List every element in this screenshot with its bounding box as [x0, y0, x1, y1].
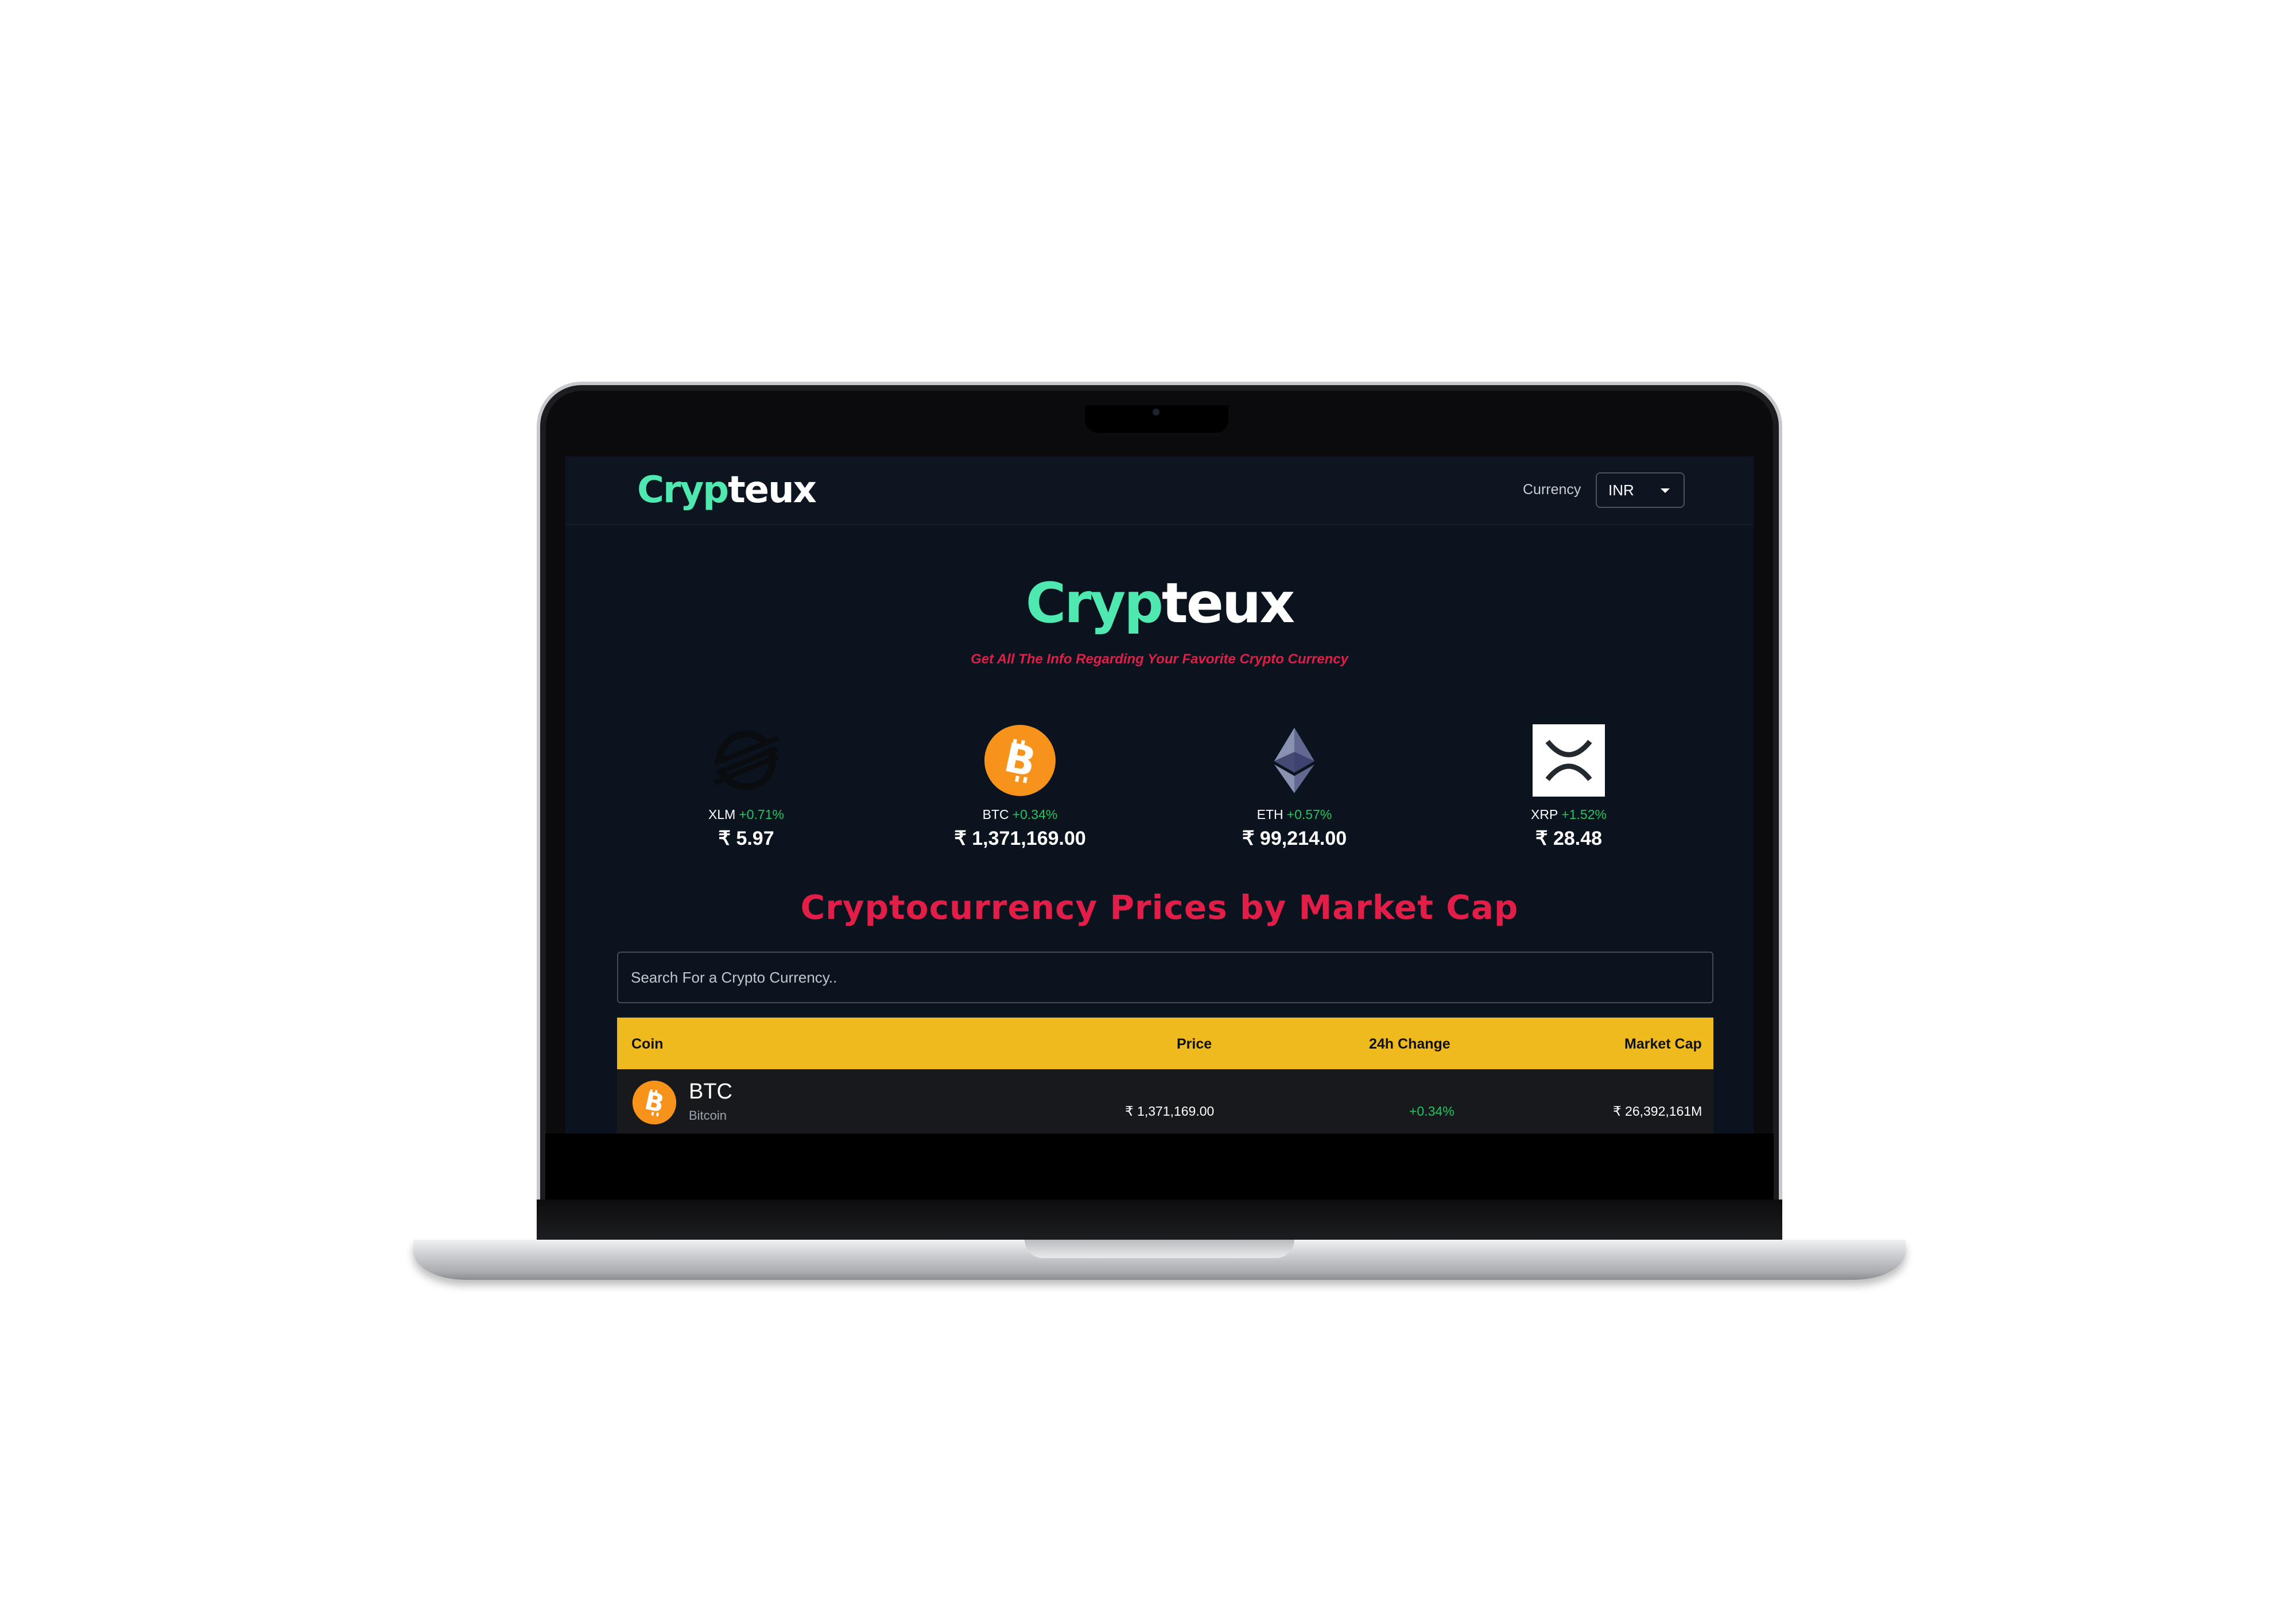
hero-title: Crypteux	[565, 571, 1754, 635]
carousel-item-label: ETH +0.57%	[1191, 807, 1398, 822]
carousel-item-xrp[interactable]: XRP +1.52% ₹ 28.48	[1465, 723, 1672, 850]
bitcoin-icon: B	[984, 725, 1056, 796]
coin-change: +1.52%	[1561, 807, 1607, 822]
hero-title-part1: Cryp	[1025, 571, 1163, 635]
coin-symbol: BTC	[982, 807, 1009, 822]
carousel-item-label: XLM +0.71%	[643, 807, 850, 822]
coin-price: ₹ 99,214.00	[1242, 828, 1347, 849]
table-header: Coin Price 24h Change Market Cap	[617, 1018, 1713, 1069]
coin-price: ₹ 28.48	[1535, 828, 1603, 849]
column-header-market-cap[interactable]: Market Cap	[1624, 1036, 1702, 1053]
row-coin-symbol: BTC	[689, 1080, 732, 1104]
carousel-item-eth[interactable]: ETH +0.57% ₹ 99,214.00	[1191, 723, 1398, 850]
row-price: ₹ 1,371,169.00	[1125, 1104, 1215, 1119]
xrp-icon	[1533, 724, 1605, 797]
column-header-24h-change[interactable]: 24h Change	[1369, 1036, 1450, 1053]
currency-label: Currency	[1523, 482, 1581, 498]
coin-change: +0.34%	[1012, 807, 1058, 822]
coin-price: ₹ 5.97	[718, 828, 774, 849]
row-coin-name: Bitcoin	[689, 1108, 727, 1123]
column-header-price[interactable]: Price	[1177, 1036, 1212, 1053]
coin-change: +0.71%	[739, 807, 784, 822]
row-24h-change: +0.34%	[1409, 1104, 1455, 1119]
column-header-coin[interactable]: Coin	[631, 1036, 664, 1053]
laptop-hinge	[537, 1200, 1782, 1243]
carousel-item-label: BTC +0.34%	[917, 807, 1123, 822]
caret-down-icon	[1661, 488, 1670, 493]
hero-title-part2: teux	[1161, 571, 1295, 635]
bitcoin-icon: B	[632, 1080, 677, 1125]
market-section-title: Cryptocurrency Prices by Market Cap	[800, 888, 1519, 927]
row-market-cap: ₹ 26,392,161M	[1613, 1104, 1702, 1119]
brand-logo-part1: Cryp	[637, 469, 729, 511]
laptop-base-notch	[1025, 1240, 1294, 1258]
hero-tagline: Get All The Info Regarding Your Favorite…	[971, 651, 1348, 667]
search-input[interactable]	[617, 952, 1713, 1003]
coin-change: +0.57%	[1286, 807, 1332, 822]
stellar-icon	[712, 731, 781, 790]
brand-logo-part2: teux	[728, 469, 817, 511]
carousel-item-btc[interactable]: B BTC +0.34% ₹ 1,371,169.00	[917, 723, 1123, 850]
coin-symbol: ETH	[1256, 807, 1283, 822]
carousel-item-label: XRP +1.52%	[1465, 807, 1672, 822]
device-mockup: Crypteux Currency INR Crypteux Get All T…	[0, 0, 2296, 1607]
app-screen: Crypteux Currency INR Crypteux Get All T…	[565, 456, 1754, 1134]
brand-logo[interactable]: Crypteux	[637, 467, 817, 514]
ethereum-icon	[1274, 728, 1314, 793]
coin-price: ₹ 1,371,169.00	[954, 828, 1086, 849]
coin-symbol: XRP	[1531, 807, 1558, 822]
currency-select[interactable]: INR	[1596, 472, 1685, 508]
table-row[interactable]: B BTC Bitcoin ₹ 1,371,169.00 +0.34% ₹ 26…	[617, 1069, 1713, 1134]
carousel-item-xlm[interactable]: XLM +0.71% ₹ 5.97	[643, 723, 850, 850]
camera-icon	[1153, 409, 1159, 416]
coin-symbol: XLM	[708, 807, 736, 822]
currency-select-value: INR	[1608, 482, 1634, 499]
app-header: Crypteux Currency INR	[565, 456, 1754, 525]
